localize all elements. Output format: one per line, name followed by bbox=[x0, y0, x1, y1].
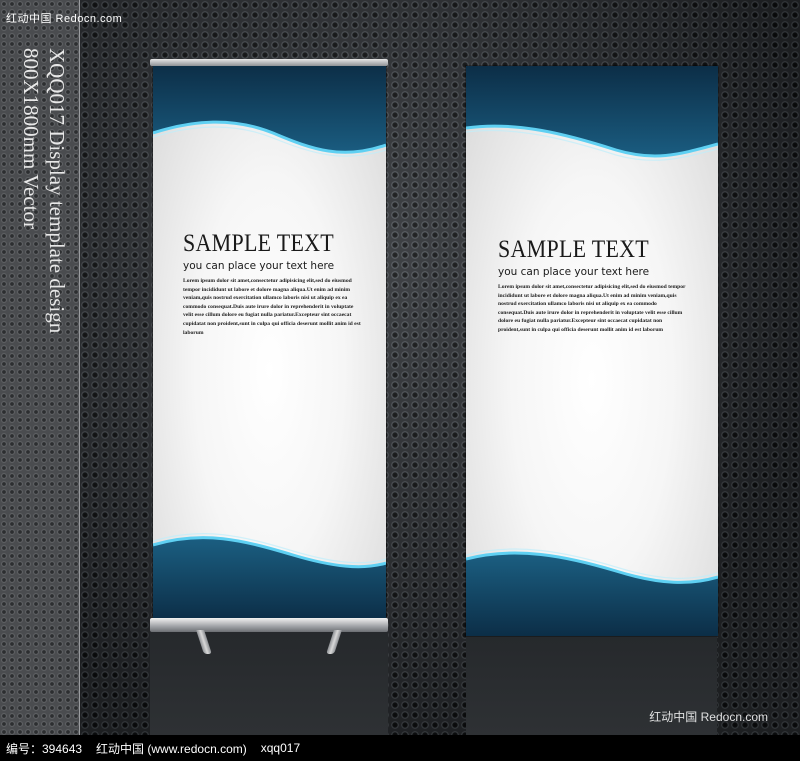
vertical-title: XQQ017 Display template design 800X1800m… bbox=[10, 48, 70, 388]
banner-text-block: SAMPLE TEXT you can place your text here… bbox=[498, 236, 688, 335]
footer-site-label: 红动中国 (www.redocn.com) bbox=[96, 741, 247, 756]
banner-title: SAMPLE TEXT bbox=[183, 230, 335, 257]
banner-body-text: Lorem ipsum dolor sit amet,consectetur a… bbox=[183, 278, 361, 336]
background-canvas: 红动中国 Redocn.com XQQ017 Display template … bbox=[0, 0, 800, 735]
watermark-top-left: 红动中国 Redocn.com bbox=[6, 13, 123, 25]
vertical-title-line2: 800X1800mm Vector bbox=[19, 48, 43, 230]
stand-top-bar bbox=[150, 59, 388, 66]
display-banner-right: SAMPLE TEXT you can place your text here… bbox=[466, 66, 718, 636]
banner-subtitle: you can place your text here bbox=[183, 260, 335, 272]
banner-subtitle: you can place your text here bbox=[498, 266, 650, 278]
watermark-bottom-right: 红动中国 Redocn.com bbox=[649, 710, 768, 724]
footer-code-label: xqq017 bbox=[260, 741, 301, 755]
floor-shadow-left bbox=[150, 632, 388, 735]
top-wave-graphic bbox=[466, 66, 718, 161]
banner-text-block: SAMPLE TEXT you can place your text here… bbox=[183, 230, 363, 337]
top-wave-graphic bbox=[153, 65, 386, 157]
banner-title: SAMPLE TEXT bbox=[498, 236, 650, 263]
stand-base bbox=[150, 618, 388, 632]
banner-body-text: Lorem ipsum dolor sit amet,consectetur a… bbox=[498, 284, 686, 333]
bottom-wave-graphic bbox=[153, 533, 386, 620]
rollup-banner-left: SAMPLE TEXT you can place your text here… bbox=[153, 65, 386, 620]
footer-id-label: 编号：394643 bbox=[6, 741, 83, 756]
bottom-wave-graphic bbox=[466, 548, 718, 636]
footer-info-bar: 编号：394643 红动中国 (www.redocn.com) xqq017 bbox=[0, 735, 800, 761]
vertical-title-line1: XQQ017 Display template design bbox=[45, 48, 69, 334]
